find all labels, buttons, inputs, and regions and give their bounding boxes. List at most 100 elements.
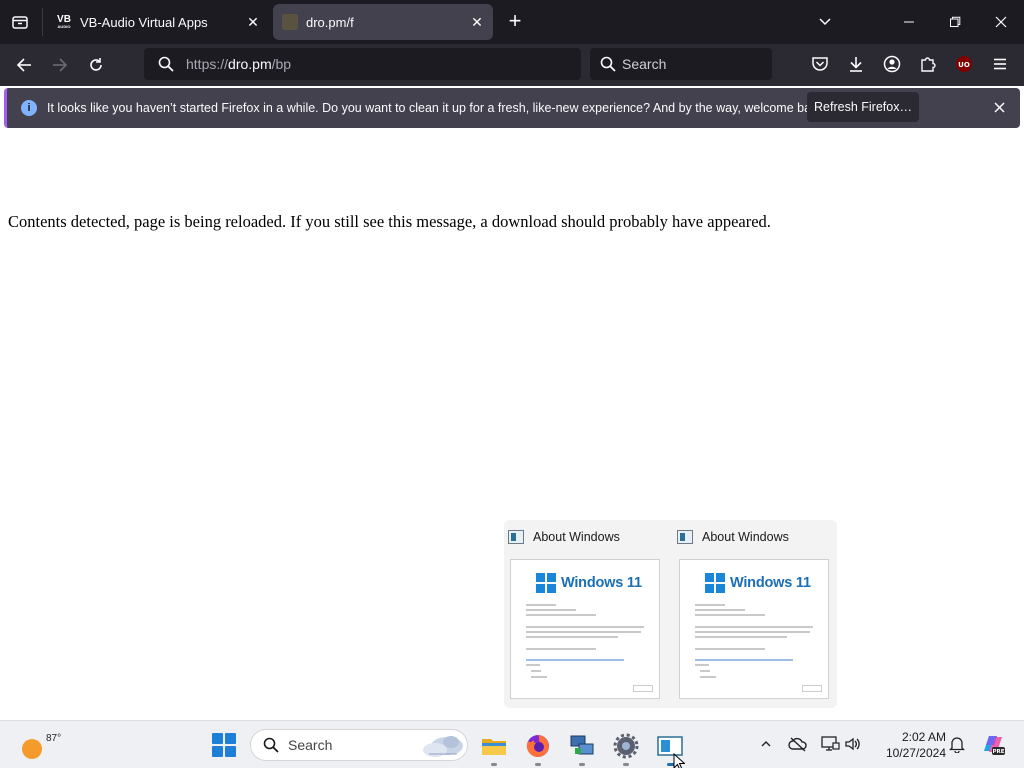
search-icon	[263, 737, 279, 753]
dro-pm-favicon-icon	[282, 14, 298, 30]
onedrive-offline-icon[interactable]	[787, 733, 809, 755]
windows-logo-icon	[536, 573, 556, 593]
windows-logo-icon	[705, 573, 725, 593]
close-icon[interactable]	[988, 96, 1010, 118]
preview-text-line	[695, 664, 709, 666]
start-button[interactable]	[212, 733, 236, 757]
tab-title: dro.pm/f	[306, 14, 354, 30]
url-bar[interactable]: https://dro.pm/bp	[144, 48, 581, 80]
list-all-tabs-button[interactable]	[0, 0, 40, 44]
preview-text-line	[695, 631, 810, 633]
windows-11-brand: Windows 11	[705, 573, 811, 593]
reload-icon	[90, 58, 102, 71]
preview-text-line	[695, 609, 745, 611]
sun-icon	[22, 739, 42, 759]
clock-date: 10/27/2024	[885, 746, 946, 760]
restore-button[interactable]	[932, 0, 978, 44]
running-indicator	[579, 763, 585, 766]
volume-icon[interactable]	[842, 733, 864, 755]
tab-bar: VB AUDIO VB-Audio Virtual Apps ✕ dro.pm/f…	[0, 0, 1024, 44]
hamburger-menu-icon	[994, 58, 1006, 70]
forward-button[interactable]	[44, 49, 76, 81]
thumbnail-header: About Windows	[508, 530, 620, 544]
windows-logo-icon	[212, 733, 223, 744]
about-windows-app-icon	[677, 530, 693, 544]
account-button[interactable]	[876, 48, 908, 80]
copilot-icon[interactable]: PRE	[980, 731, 1006, 757]
ublock-icon: UO	[956, 56, 972, 72]
close-window-button[interactable]	[978, 0, 1024, 44]
reload-button[interactable]	[80, 49, 112, 81]
preview-text-line	[700, 676, 716, 678]
tab-close-icon[interactable]: ✕	[465, 10, 489, 34]
download-icon	[850, 57, 862, 72]
mouse-cursor-icon	[673, 753, 685, 768]
extensions-button[interactable]	[912, 48, 944, 80]
minimize-button[interactable]	[886, 0, 932, 44]
preview-text-line	[531, 670, 541, 672]
tab-vb-audio[interactable]: VB AUDIO VB-Audio Virtual Apps ✕	[47, 4, 269, 40]
preview-text-line	[531, 676, 547, 678]
preview-text-line	[695, 626, 813, 628]
tab-dro-pm[interactable]: dro.pm/f ✕	[273, 4, 493, 40]
preview-text-line	[526, 631, 641, 633]
taskbar-thumbnail-popup: About Windows Windows 11 About Windows W…	[504, 520, 837, 708]
preview-text-line	[526, 614, 596, 616]
app-menu-button[interactable]	[984, 48, 1016, 80]
tab-close-icon[interactable]: ✕	[241, 10, 265, 34]
settings-gear-icon[interactable]	[613, 733, 639, 759]
tab-separator	[42, 8, 43, 36]
search-icon	[600, 56, 616, 72]
preview-ok-button	[802, 685, 822, 692]
downloads-button[interactable]	[840, 48, 872, 80]
url-text: https://dro.pm/bp	[186, 56, 292, 72]
preview-link-line	[526, 659, 624, 661]
search-bar[interactable]: Search	[590, 48, 772, 80]
tab-list-icon	[12, 16, 28, 29]
svg-text:UO: UO	[958, 61, 970, 69]
preview-link-line	[695, 659, 793, 661]
ublock-origin-button[interactable]: UO	[948, 48, 980, 80]
info-icon: i	[21, 100, 37, 116]
network-status-icon[interactable]	[819, 733, 841, 755]
clock-time: 2:02 AM	[901, 730, 946, 744]
back-button[interactable]	[8, 49, 40, 81]
preview-text-line	[700, 670, 710, 672]
preview-ok-button	[633, 685, 653, 692]
preview-text-line	[526, 636, 618, 638]
search-placeholder: Search	[622, 56, 667, 72]
running-indicator	[623, 763, 629, 766]
pocket-icon	[812, 57, 828, 71]
show-hidden-icons-chevron-icon[interactable]	[755, 733, 777, 755]
taskbar-search[interactable]: Search	[250, 729, 468, 761]
preview-text-line	[695, 648, 765, 650]
thumbnail-about-windows-1[interactable]: About Windows Windows 11	[504, 520, 670, 708]
preview-text-line	[526, 664, 540, 666]
preview-text-line	[526, 648, 596, 650]
weather-widget[interactable]: 87°	[14, 731, 61, 761]
pocket-button[interactable]	[804, 48, 836, 80]
preview-text-line	[526, 604, 556, 606]
system-clock[interactable]: 2:02 AM 10/27/2024	[872, 729, 946, 761]
vb-audio-favicon-icon: VB AUDIO	[56, 14, 72, 30]
refresh-firefox-button[interactable]: Refresh Firefox…	[807, 92, 919, 122]
file-explorer-icon[interactable]	[481, 733, 507, 759]
preview-text-line	[526, 626, 644, 628]
firefox-icon[interactable]	[525, 733, 551, 759]
running-indicator	[491, 763, 497, 766]
weather-temp: 87°	[46, 733, 62, 744]
about-windows-app-icon	[508, 530, 524, 544]
forward-arrow-icon	[53, 58, 68, 72]
preview-text-line	[526, 609, 576, 611]
notification-message: It looks like you haven’t started Firefo…	[47, 101, 828, 115]
network-connections-icon[interactable]	[569, 733, 595, 759]
preview-text-line	[695, 636, 787, 638]
new-tab-button[interactable]: +	[502, 8, 528, 36]
tab-title: VB-Audio Virtual Apps	[80, 14, 208, 30]
thumbnail-about-windows-2[interactable]: About Windows Windows 11	[673, 520, 839, 708]
windows-11-brand: Windows 11	[536, 573, 642, 593]
notifications-bell-icon[interactable]	[946, 733, 968, 755]
tab-overflow-chevron-icon[interactable]	[802, 0, 848, 44]
preview-brand-text: Windows 11	[561, 575, 642, 591]
refresh-firefox-notification: i It looks like you haven’t started Fire…	[4, 88, 1020, 128]
